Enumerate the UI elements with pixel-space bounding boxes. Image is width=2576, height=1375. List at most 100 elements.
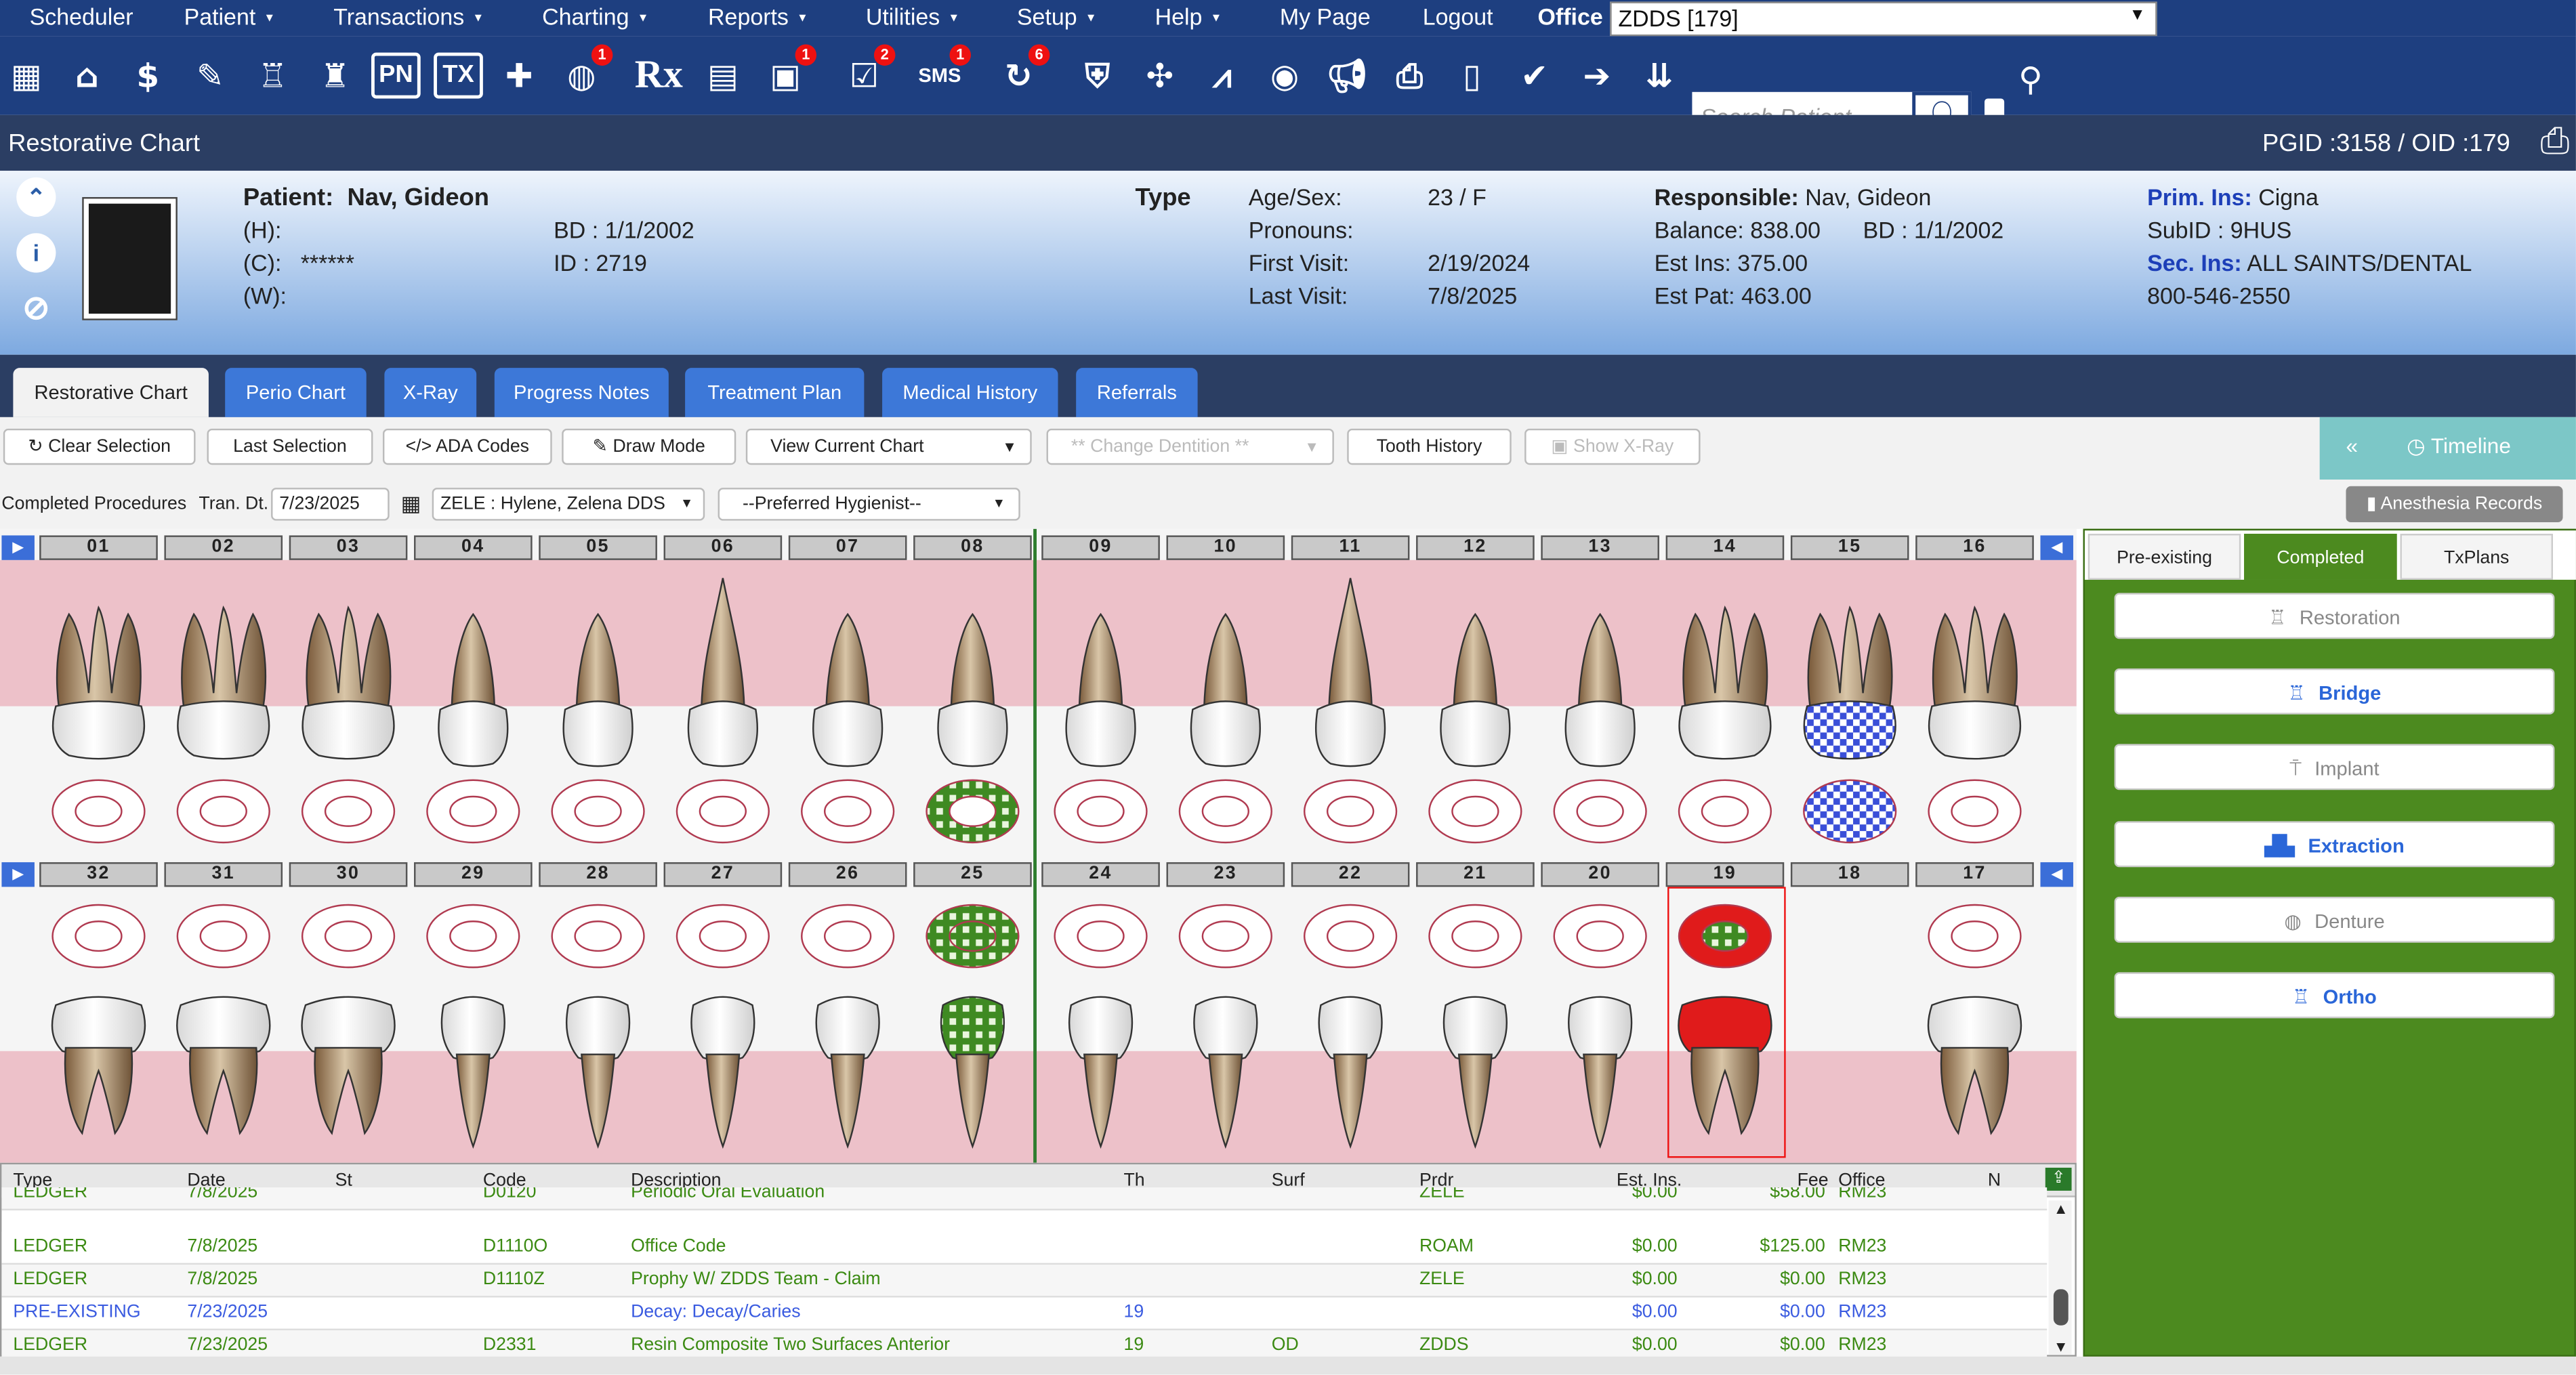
prescription-icon[interactable]: Rx [633, 49, 686, 102]
ada-codes-button[interactable]: </> ADA Codes [382, 428, 552, 465]
provider-select[interactable]: ZELE : Hylene, Zelena DDS ▼ [432, 488, 705, 521]
info-icon[interactable]: i [16, 233, 56, 273]
sms-icon[interactable]: SMS 1 [913, 44, 971, 102]
export-icon[interactable]: ⇪ [2045, 1167, 2072, 1191]
dentition-select[interactable]: ** Change Dentition ** ▼ [1046, 428, 1334, 465]
show-x-ray-button[interactable]: ▣ Show X-Ray [1524, 428, 1701, 465]
tooth-25-root [955, 1053, 990, 1149]
menu-help[interactable]: Help ▼ [1155, 3, 1222, 30]
check-shield-icon[interactable]: ✔ [1508, 49, 1561, 102]
notification-badge: 2 [873, 44, 896, 66]
patient-photo[interactable] [82, 196, 178, 320]
menu-patient[interactable]: Patient ▼ [184, 3, 276, 30]
insurance-shield-icon[interactable]: ⛨ [1071, 49, 1124, 102]
tooth-chart-icon[interactable]: ♖ [247, 49, 299, 102]
last-selection-button[interactable]: Last Selection [207, 428, 373, 465]
tooth-20-root [1583, 1053, 1618, 1149]
denture-button[interactable]: ◍ Denture [2114, 896, 2555, 943]
user-circle-icon[interactable]: ◉ [1258, 49, 1311, 102]
tran-date-input[interactable]: 7/23/2025 [271, 488, 390, 521]
dollar-gear-icon[interactable]: $ [121, 49, 174, 102]
tab-referrals[interactable]: Referrals [1076, 368, 1198, 417]
scroll-up-icon[interactable]: ▲ [2054, 1200, 2069, 1217]
tab-medical-history[interactable]: Medical History [882, 368, 1058, 417]
tab-treatment-plan[interactable]: Treatment Plan [685, 368, 865, 417]
menu-charting[interactable]: Charting ▼ [542, 3, 648, 30]
table-cell: OD [1271, 1335, 1299, 1355]
paperclip-icon[interactable]: ⊘ [16, 289, 56, 329]
scroll-thumb[interactable] [2053, 1289, 2069, 1326]
collapse-icon[interactable]: ⌃ [16, 177, 56, 217]
menu-scheduler[interactable]: Scheduler [30, 3, 133, 30]
table-row[interactable]: LEDGER 7/8/2025 D0120 Periodic Oral Evaluat… [1, 1187, 2048, 1211]
tab-pre-existing[interactable]: Pre-existing [2087, 534, 2241, 580]
printer-icon[interactable]: ⎙ [2541, 120, 2570, 163]
tooth-history-button[interactable]: Tooth History [1347, 428, 1512, 465]
home-icon[interactable]: ⌂ [61, 49, 114, 102]
scroll-down-icon[interactable]: ▼ [2054, 1338, 2069, 1355]
draw-mode-button[interactable]: ✎ Draw Mode [562, 428, 736, 465]
selected-tooth-19[interactable] [1667, 887, 1786, 1158]
tab-progress-notes[interactable]: Progress Notes [494, 368, 669, 417]
claims-icon[interactable]: ☑ 2 [838, 44, 896, 102]
document-icon[interactable]: ▯ [1446, 49, 1499, 102]
menu-transactions[interactable]: Transactions ▼ [333, 3, 484, 30]
table-row[interactable]: PRE-EXISTING 7/23/2025 Decay: Decay/Caries… [1, 1297, 2048, 1331]
tooth-27-crown [690, 996, 755, 1062]
network-icon[interactable]: ✣ [1134, 49, 1186, 102]
globe-icon[interactable]: ◍ 1 [556, 44, 613, 102]
messages-icon[interactable]: ▣ 1 [759, 44, 817, 102]
balance: Balance: 838.00 [1654, 217, 1821, 243]
add-patient-icon[interactable]: ✚ [493, 49, 545, 102]
timeline-panel[interactable]: « ◷ Timeline [2319, 417, 2576, 480]
tab-completed[interactable]: Completed [2244, 534, 2397, 580]
progress-notes-icon[interactable]: PN [371, 52, 421, 99]
menu-utilities[interactable]: Utilities ▼ [866, 3, 959, 30]
treatment-icon[interactable]: TX [434, 52, 483, 99]
tab-restorative-chart[interactable]: Restorative Chart [13, 368, 209, 417]
tooth-08-crown [937, 700, 1008, 767]
restoration-button[interactable]: ♖ Restoration [2114, 593, 2555, 639]
note-icon[interactable]: ▤ [697, 49, 749, 102]
extraction-button[interactable]: ▟▙ Extraction [2114, 821, 2555, 868]
hygienist-select[interactable]: --Preferred Hygienist-- ▼ [718, 488, 1020, 521]
menu-setup[interactable]: Setup ▼ [1017, 3, 1097, 30]
table-row[interactable]: LEDGER 7/8/2025 D1110O Office Code ROAM $0.00… [1, 1231, 2048, 1265]
tooth-22-root [1333, 1053, 1368, 1149]
table-row[interactable]: LEDGER 7/8/2025 D1110Z Prophy W/ ZDDS Team … [1, 1265, 2048, 1298]
perio-icon[interactable]: ♜ [309, 49, 362, 102]
office-select[interactable]: ZDDS [179] ▼ [1610, 1, 2157, 37]
megaphone-icon[interactable]: 📢︎ [1321, 49, 1373, 102]
notification-badge: 6 [1028, 44, 1050, 66]
ortho-button[interactable]: ♖ Ortho [2114, 972, 2555, 1019]
anesthesia-records-button[interactable]: ▮ Anesthesia Records [2346, 486, 2563, 523]
double-chevron-left-icon[interactable]: « [2346, 433, 2358, 458]
menu-logout[interactable]: Logout [1423, 3, 1493, 30]
tab-txplans[interactable]: TxPlans [2400, 534, 2553, 580]
tab-x-ray[interactable]: X-Ray [384, 368, 477, 417]
tooth-10-crown [1190, 700, 1261, 767]
line-chart-icon[interactable]: ⩘ [1196, 49, 1249, 102]
double-chevron-down-icon[interactable]: ⇊ [1633, 49, 1686, 102]
action-toolbar: ↻ Clear Selection Last Selection </> ADA… [0, 417, 2576, 480]
grid-scrollbar[interactable]: ▲ ▼ [2048, 1200, 2072, 1355]
calendar-icon[interactable]: ▦ [0, 49, 53, 102]
menu-my-page[interactable]: My Page [1280, 3, 1371, 30]
refresh-user-icon[interactable]: ↻ 6 [993, 44, 1050, 102]
arrow-shield-icon[interactable]: ➔ [1571, 49, 1623, 102]
menu-reports[interactable]: Reports ▼ [708, 3, 808, 30]
tooth-32-occlusal [75, 921, 123, 952]
tab-perio-chart[interactable]: Perio Chart [225, 368, 367, 417]
table-cell: 7/8/2025 [187, 1236, 258, 1256]
group-search-icon[interactable]: ⚲ [2004, 53, 2057, 106]
tooth-15-root [1807, 606, 1893, 711]
view-chart-select[interactable]: View Current Chart ▼ [745, 428, 1032, 465]
edit-list-icon[interactable]: ✎ [184, 49, 237, 102]
responsible-birthdate: BD : 1/1/2002 [1863, 217, 2004, 243]
implant-button[interactable]: ⍑ Implant [2114, 744, 2555, 790]
printer-icon[interactable]: ⎙ [1384, 49, 1436, 102]
tooth-08-root [950, 612, 995, 707]
bridge-button[interactable]: ♖ Bridge [2114, 668, 2555, 715]
clear-selection-button[interactable]: ↻ Clear Selection [3, 428, 196, 465]
calendar-icon[interactable]: ▦ [401, 491, 421, 517]
